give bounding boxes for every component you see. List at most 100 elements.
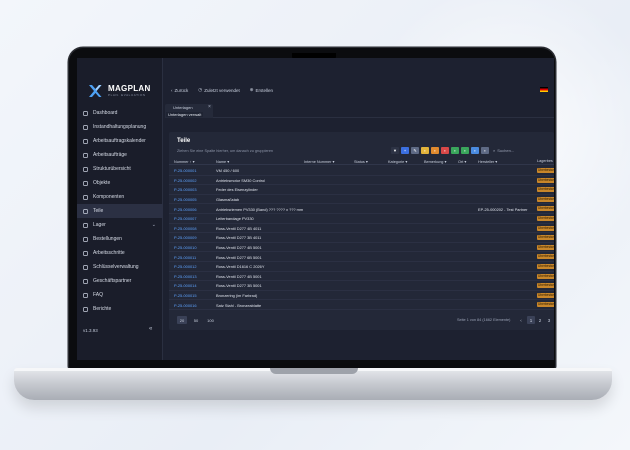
edit-icon[interactable]: ✎: [411, 147, 419, 154]
table-row[interactable]: P-25-000011 Ross-Ventil D277 6B 5001 Überb…: [169, 252, 554, 262]
key-icon: [83, 264, 88, 270]
part-number-link[interactable]: P-25-000011: [174, 255, 196, 260]
part-number-link[interactable]: P-25-000003: [174, 187, 197, 192]
table-row[interactable]: P-25-000015 Bronzering (im Farbrad) Überbe…: [169, 291, 554, 301]
table-row[interactable]: P-25-000014 Ross-Ventil D277 3B 5001 Überb…: [169, 281, 554, 291]
table-row[interactable]: P-25-000009 Ross-Ventil D277 3B 4011 Überb…: [169, 233, 554, 243]
page-size-option[interactable]: 50: [191, 316, 201, 324]
back-label: Zurück: [174, 87, 189, 93]
search-input[interactable]: ⌕ Suchen...: [493, 147, 553, 154]
refresh-icon[interactable]: ▪: [471, 147, 479, 154]
add-icon[interactable]: +: [401, 147, 409, 154]
page-size-option[interactable]: 100: [205, 316, 216, 324]
close-icon[interactable]: ×: [208, 104, 211, 110]
part-number-link[interactable]: P-25-000001: [174, 168, 197, 173]
sidebar-item-cube[interactable]: Objekte: [77, 176, 163, 190]
table-row[interactable]: P-25-000002 Antriebsmotor SM30 Control Übe…: [169, 176, 554, 186]
language-flag-icon[interactable]: [540, 87, 548, 92]
sidebar-item-label: Komponenten: [93, 194, 125, 200]
sidebar-item-label: Arbeitsaufträge: [93, 152, 127, 158]
col-manufacturer[interactable]: Hersteller ▾: [478, 159, 497, 164]
collapse-sidebar-button[interactable]: «: [149, 326, 152, 332]
excel-export-icon[interactable]: ▪: [451, 147, 459, 154]
table-row[interactable]: P-25-000012 Ross-Ventil D1616 C 2026Y Über…: [169, 262, 554, 272]
page-button[interactable]: 2: [536, 316, 544, 324]
part-number-link[interactable]: P-25-000012: [174, 264, 197, 269]
col-name[interactable]: Name ▾: [216, 159, 229, 164]
col-number[interactable]: Nummer ↑ ▾: [174, 159, 194, 164]
page-size-option[interactable]: 20: [177, 316, 187, 324]
tab-subtitle: Unterlagen verwalt: [166, 112, 204, 117]
status-badge: Überbestand: [537, 235, 554, 241]
table-row[interactable]: P-25-000008 Ross-Ventil D277 4B 4011 Überb…: [169, 224, 554, 234]
part-number-link[interactable]: P-25-000014: [174, 283, 197, 288]
sidebar-item-wrench[interactable]: Teile: [77, 204, 163, 218]
sidebar-item-home[interactable]: Dashboard: [77, 106, 163, 120]
col-status[interactable]: Status ▾: [354, 159, 368, 164]
logo-subtitle: PLAN. EVALUATION: [108, 93, 146, 97]
part-number-link[interactable]: P-25-000015: [174, 293, 197, 298]
part-number-link[interactable]: P-25-000010: [174, 245, 197, 250]
sidebar-item-steps[interactable]: Arbeitsschritte: [77, 246, 163, 260]
page-button[interactable]: 3: [545, 316, 553, 324]
recent-button[interactable]: ◷ Zuletzt verwendet: [198, 87, 239, 93]
part-number-link[interactable]: P-25-000009: [174, 235, 197, 240]
sidebar-item-label: Strukturübersicht: [93, 166, 131, 172]
table-row[interactable]: P-25-000001 VM 450 / 600 Überbestand: [169, 166, 554, 176]
folder-icon[interactable]: ▪: [421, 147, 429, 154]
previous-page-button[interactable]: ‹: [517, 316, 525, 324]
sidebar-item-clipboard[interactable]: Arbeitsaufträge: [77, 148, 163, 162]
csv-export-icon[interactable]: ▪: [461, 147, 469, 154]
sidebar-item-label: Arbeitsauftragskalender: [93, 138, 146, 144]
sidebar-item-warehouse[interactable]: Lager ⌄: [77, 218, 163, 232]
table-row[interactable]: P-25-000005 Glasmaßstab Überbestand: [169, 195, 554, 205]
part-number-link[interactable]: P-25-000005: [174, 197, 197, 202]
copy-icon[interactable]: ▪: [431, 147, 439, 154]
table-row[interactable]: P-25-000007 Leiterbandage PV330 Überbestan…: [169, 214, 554, 224]
part-number-link[interactable]: P-25-000006: [174, 207, 197, 212]
tab-unterlagen[interactable]: Unterlagen × Unterlagen verwalt: [165, 104, 213, 118]
col-remark[interactable]: Bemerkung ▾: [424, 159, 446, 164]
sidebar-item-calendar[interactable]: Arbeitsauftragskalender: [77, 134, 163, 148]
columns-icon[interactable]: ▪: [481, 147, 489, 154]
table-row[interactable]: P-25-000016 Satz Stahl - Bronzeablatte Übe…: [169, 300, 554, 310]
sidebar-item-label: FAQ: [93, 292, 104, 298]
col-category[interactable]: Kategorie ▾: [388, 159, 407, 164]
group-panel-hint[interactable]: Ziehen Sie eine Spalte hierher, um danac…: [177, 149, 273, 153]
warehouse-icon: [83, 222, 88, 228]
sidebar-item-tree[interactable]: Strukturübersicht: [77, 162, 163, 176]
col-location[interactable]: Ort ▾: [458, 159, 466, 164]
delete-icon[interactable]: ▪: [441, 147, 449, 154]
page-button[interactable]: 1: [527, 316, 535, 324]
sidebar-item-key[interactable]: Schlüsselverwaltung: [77, 260, 163, 274]
history-icon: ◷: [198, 87, 203, 92]
part-number-link[interactable]: P-25-000016: [174, 303, 197, 308]
table-row[interactable]: P-25-000006 Antriebsriemen PV330 (Band) ?…: [169, 204, 554, 214]
logo-x-icon: [88, 84, 102, 98]
part-number-link[interactable]: P-25-000013: [174, 274, 197, 279]
chevron-down-icon[interactable]: ⌄: [152, 222, 156, 228]
part-number-link[interactable]: P-25-000002: [174, 178, 197, 183]
sidebar-item-partner[interactable]: Geschäftspartner: [77, 274, 163, 288]
sidebar-item-question[interactable]: FAQ: [77, 288, 163, 302]
sidebar-item-label: Teile: [93, 208, 104, 214]
part-name: Ross-Ventil D277 4B 5001: [216, 245, 262, 251]
sidebar-item-gear[interactable]: Komponenten: [77, 190, 163, 204]
table-row[interactable]: P-25-000010 Ross-Ventil D277 4B 5001 Überb…: [169, 243, 554, 253]
back-button[interactable]: ‹ Zurück: [171, 88, 188, 93]
col-storage[interactable]: Lagerbes: [537, 159, 553, 163]
table-row[interactable]: P-25-000003 Feder des Eisenzylinder Überbe…: [169, 185, 554, 195]
logo[interactable]: MAGPLAN PLAN. EVALUATION: [88, 84, 151, 98]
sidebar-item-cart[interactable]: Bestellungen: [77, 232, 163, 246]
table-row[interactable]: P-25-000013 Ross-Ventil D277 4B 5001 Überb…: [169, 272, 554, 282]
search-icon: ⌕: [493, 148, 496, 153]
sidebar-item-label: Bestellungen: [93, 236, 122, 242]
col-internal-number[interactable]: Interne Nummer ▾: [304, 159, 334, 164]
part-number-link[interactable]: P-25-000007: [174, 216, 197, 221]
plus-circle-icon: ⊕: [249, 87, 254, 92]
sidebar-item-report[interactable]: Berichte: [77, 302, 163, 316]
create-button[interactable]: ⊕ Erstellen: [250, 87, 273, 93]
sidebar-item-calendar[interactable]: Instandhaltungsplanung: [77, 120, 163, 134]
part-number-link[interactable]: P-25-000008: [174, 226, 197, 231]
filter-icon[interactable]: ▼: [391, 147, 399, 154]
